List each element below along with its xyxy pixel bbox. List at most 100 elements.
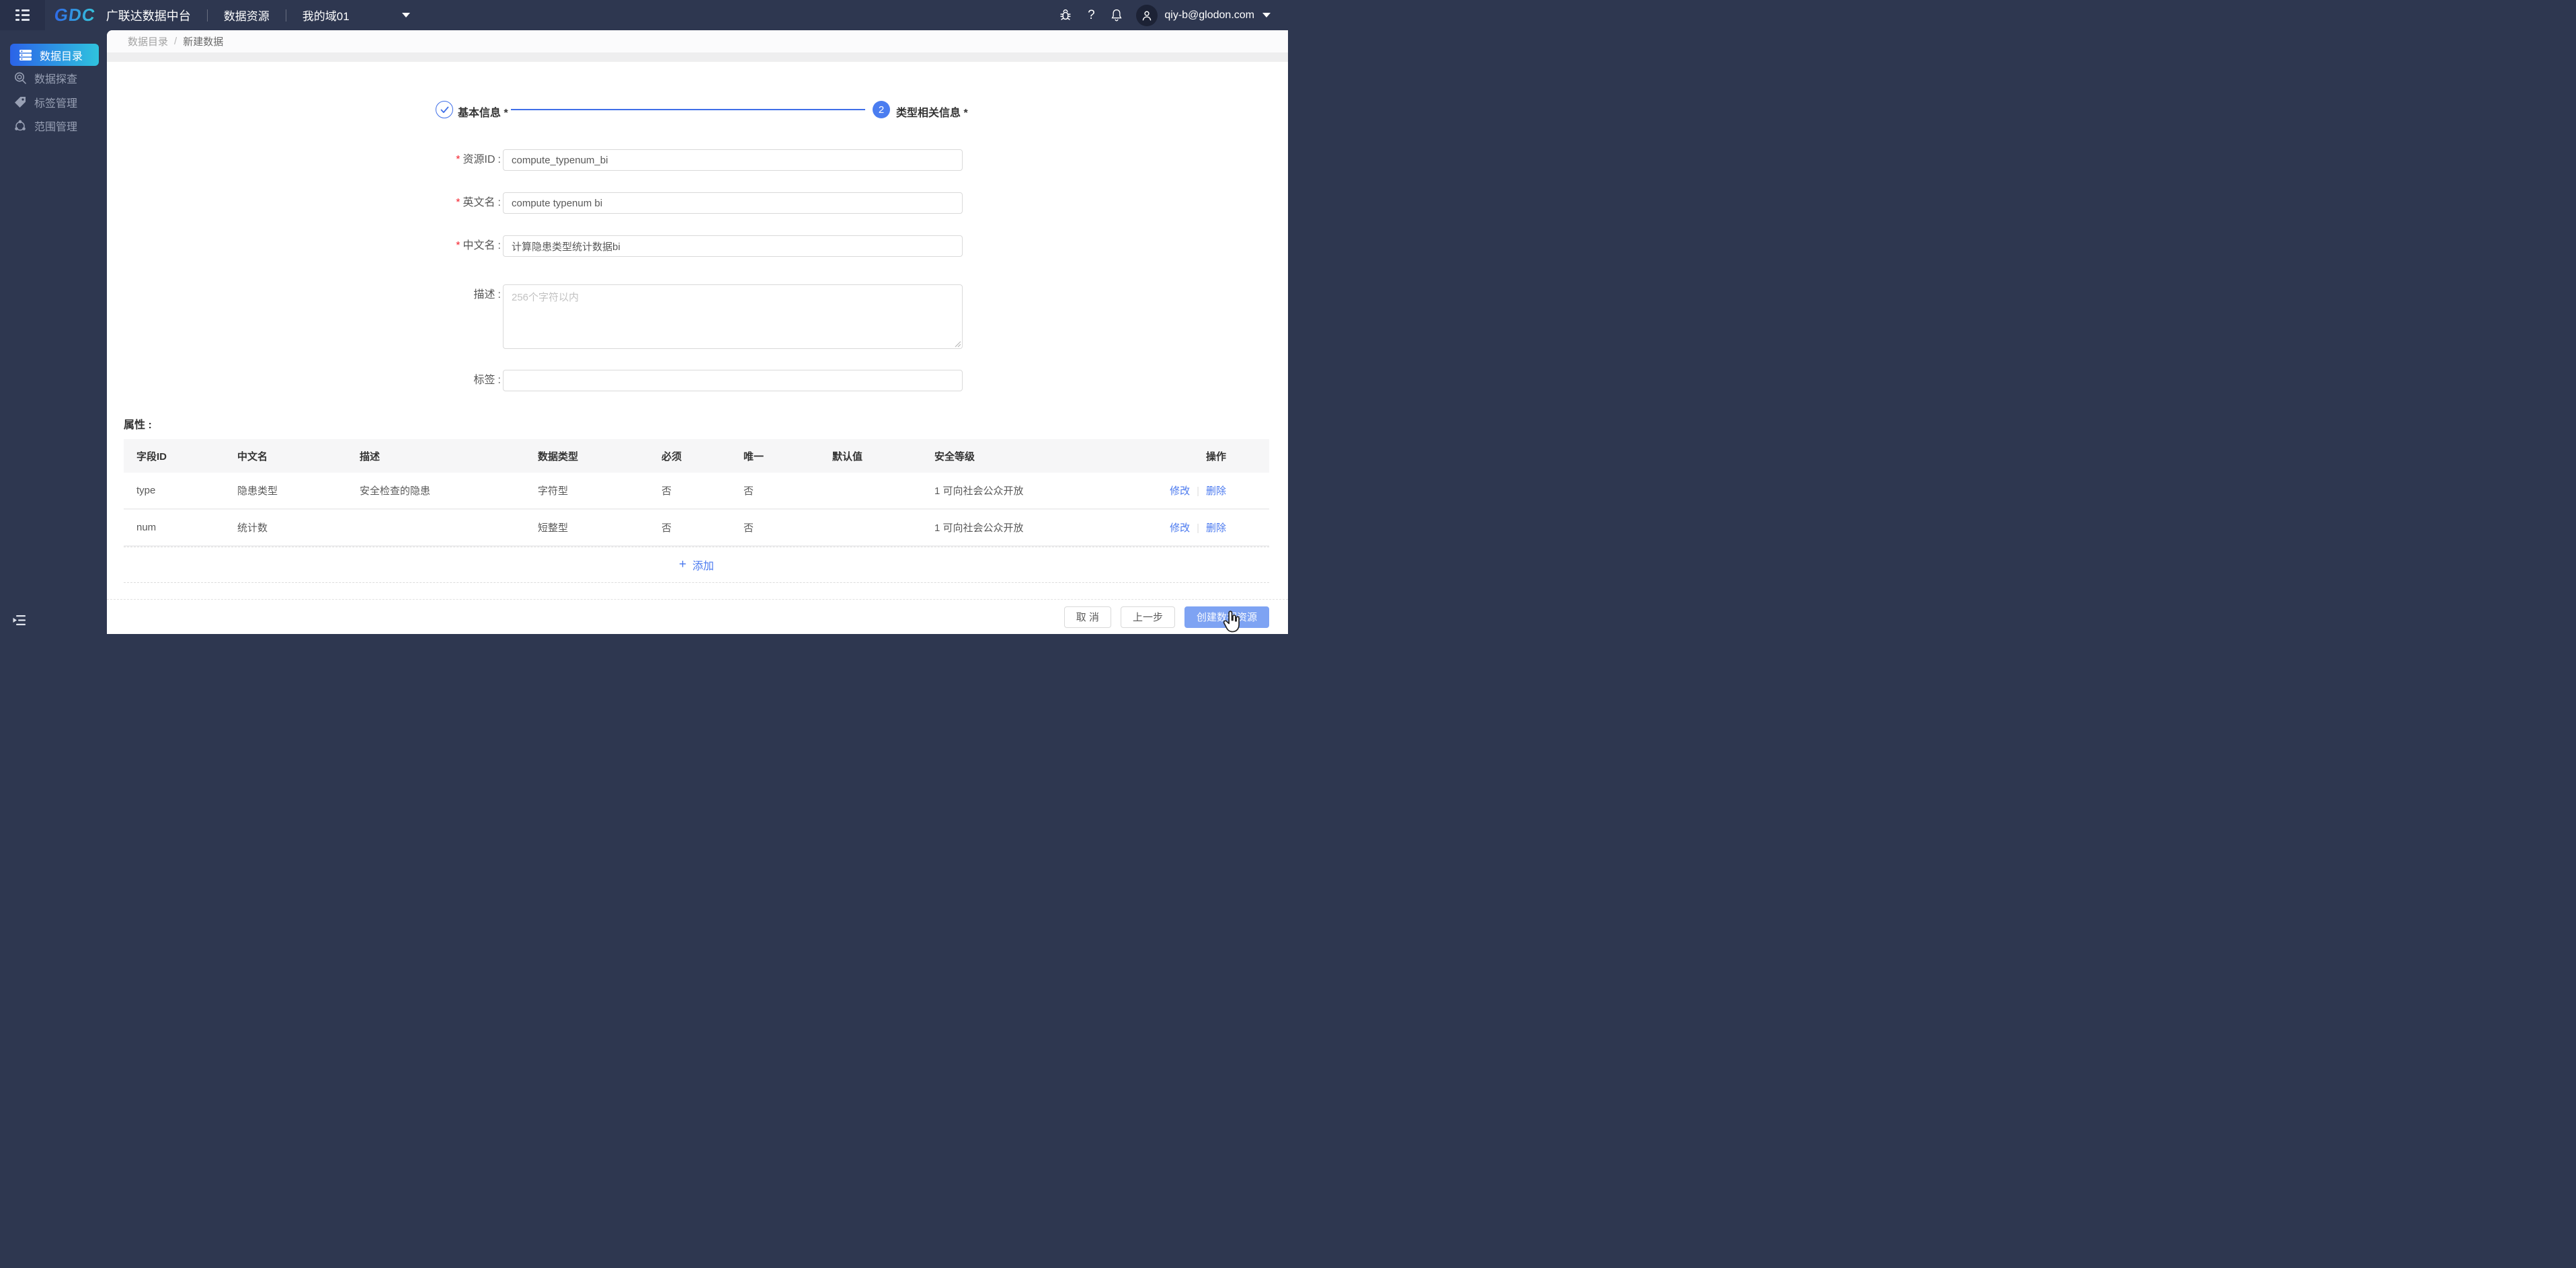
plus-icon: + — [678, 557, 687, 571]
cell-chinese-name: 隐患类型 — [237, 485, 278, 497]
form-card: 基本信息 * 2 类型相关信息 * *资源ID: *英文名: *中文名: 描述: — [107, 62, 1288, 634]
bug-report-button[interactable] — [1058, 8, 1073, 23]
user-avatar[interactable] — [1136, 4, 1158, 26]
sidebar-item-data-explore[interactable]: 数据探查 — [0, 66, 107, 90]
create-data-resource-button[interactable]: 创建数据资源 — [1184, 606, 1269, 628]
scope-icon — [15, 120, 26, 131]
collapse-sidebar-icon — [13, 615, 26, 625]
cell-chinese-name: 统计数 — [237, 522, 268, 534]
help-button[interactable]: ? — [1084, 8, 1098, 23]
breadcrumb: 数据目录 / 新建数据 — [107, 30, 1288, 52]
add-attribute-button[interactable]: + 添加 — [124, 547, 1269, 583]
caret-down-icon[interactable] — [1262, 13, 1271, 17]
cell-data-type: 短整型 — [538, 522, 569, 534]
sidebar-item-data-catalog[interactable]: 数据目录 — [10, 44, 99, 66]
top-navbar: GDC 广联达数据中台 数据资源 我的域01 ? qiy-b@glodon.co… — [0, 0, 1288, 30]
resource-id-input[interactable] — [503, 149, 963, 171]
bug-icon — [1060, 9, 1071, 20]
col-header-default: 默认值 — [832, 450, 863, 463]
cell-security-level: 1 可向社会公众开放 — [934, 485, 1024, 497]
tag-icon — [15, 97, 26, 108]
sidebar-item-label: 标签管理 — [34, 98, 78, 110]
collapse-sidebar-button[interactable] — [13, 615, 28, 627]
sidebar-item-label: 范围管理 — [34, 122, 78, 133]
cell-field-id: type — [136, 485, 156, 496]
delete-link[interactable]: 删除 — [1206, 485, 1226, 497]
required-asterisk: * — [456, 197, 460, 208]
breadcrumb-parent[interactable]: 数据目录 — [128, 34, 168, 48]
required-asterisk: * — [456, 240, 460, 251]
navbar-right: ? qiy-b@glodon.com — [1047, 4, 1271, 26]
user-icon — [1143, 11, 1152, 21]
footer-action-bar: 取 消 上一步 创建数据资源 — [107, 599, 1288, 634]
cell-unique: 否 — [743, 522, 754, 534]
cell-required: 否 — [661, 485, 672, 497]
tags-input[interactable] — [503, 370, 963, 391]
attributes-table: 字段ID 中文名 描述 数据类型 必须 唯一 默认值 安全等级 操作 type … — [124, 439, 1269, 583]
domain-selector[interactable]: 我的域01 — [303, 7, 410, 24]
sidebar-toggle-button[interactable] — [0, 0, 45, 30]
sidebar-item-tag-management[interactable]: 标签管理 — [0, 90, 107, 114]
gdc-logo: GDC — [52, 5, 97, 25]
table-header-row: 字段ID 中文名 描述 数据类型 必须 唯一 默认值 安全等级 操作 — [124, 439, 1269, 473]
cell-required: 否 — [661, 522, 672, 534]
modify-link[interactable]: 修改 — [1170, 522, 1190, 534]
english-name-label: * 英文名: — [456, 197, 501, 208]
step-2-label: 类型相关信息 * — [896, 108, 968, 119]
domain-selector-label: 我的域01 — [302, 10, 350, 23]
help-icon: ? — [1088, 7, 1095, 22]
english-name-input[interactable] — [503, 192, 963, 214]
cell-field-id: num — [136, 522, 157, 533]
col-header-unique: 唯一 — [743, 450, 764, 463]
cancel-button[interactable]: 取 消 — [1063, 606, 1111, 628]
notifications-button[interactable] — [1109, 8, 1124, 23]
cell-description: 安全检查的隐患 — [360, 485, 431, 497]
check-icon — [440, 106, 448, 113]
explore-icon — [15, 72, 26, 84]
main-area: 数据目录 / 新建数据 基本信息 * 2 类型相关信息 * *资源ID: *英文… — [107, 30, 1288, 634]
chinese-name-label: * 中文名: — [456, 240, 501, 251]
cell-data-type: 字符型 — [538, 485, 569, 497]
step-2-circle: 2 — [873, 101, 890, 118]
caret-down-icon — [401, 13, 410, 17]
step-1-done-circle — [436, 101, 453, 118]
attributes-section-label: 属性 : — [124, 420, 152, 431]
sidebar: 数据目录 数据探查 标签管理 范围管理 — [0, 30, 107, 634]
tags-label: 标签: — [473, 374, 501, 386]
bell-icon — [1111, 9, 1122, 22]
user-email[interactable]: qiy-b@glodon.com — [1164, 9, 1254, 22]
breadcrumb-current: 新建数据 — [183, 36, 224, 48]
step-2-number: 2 — [878, 104, 885, 116]
delete-link[interactable]: 删除 — [1206, 522, 1226, 534]
nav-divider — [206, 9, 208, 22]
menu-icon — [15, 9, 30, 21]
col-header-chinese-name: 中文名 — [237, 450, 268, 463]
col-header-description: 描述 — [360, 450, 380, 463]
nav-item-data-resource[interactable]: 数据资源 — [224, 7, 270, 24]
col-header-security-level: 安全等级 — [934, 450, 975, 463]
table-row: num 统计数 短整型 否 否 1 可向社会公众开放 修改 | 删除 — [124, 510, 1269, 547]
description-label: 描述: — [473, 289, 501, 301]
col-header-data-type: 数据类型 — [538, 450, 579, 463]
description-textarea[interactable] — [503, 284, 963, 349]
cell-actions: 修改 | 删除 — [1141, 520, 1269, 534]
action-divider: | — [1197, 522, 1199, 534]
col-header-required: 必须 — [661, 450, 682, 463]
previous-step-button[interactable]: 上一步 — [1120, 606, 1175, 628]
cell-actions: 修改 | 删除 — [1141, 483, 1269, 498]
chinese-name-input[interactable] — [503, 235, 963, 257]
step-1-label: 基本信息 * — [458, 108, 508, 119]
modify-link[interactable]: 修改 — [1170, 485, 1190, 497]
col-header-actions: 操作 — [1205, 450, 1226, 463]
action-divider: | — [1197, 485, 1199, 497]
database-icon — [19, 49, 32, 61]
cell-unique: 否 — [743, 485, 754, 497]
sidebar-item-scope-management[interactable]: 范围管理 — [0, 114, 107, 138]
resource-id-label: * 资源ID: — [456, 154, 501, 165]
cell-security-level: 1 可向社会公众开放 — [934, 522, 1024, 534]
sidebar-item-label: 数据探查 — [34, 74, 78, 85]
stepper-connector — [511, 109, 865, 110]
stepper: 基本信息 * 2 类型相关信息 * — [107, 101, 1288, 120]
breadcrumb-separator: / — [174, 36, 177, 47]
sidebar-item-label: 数据目录 — [40, 50, 83, 63]
